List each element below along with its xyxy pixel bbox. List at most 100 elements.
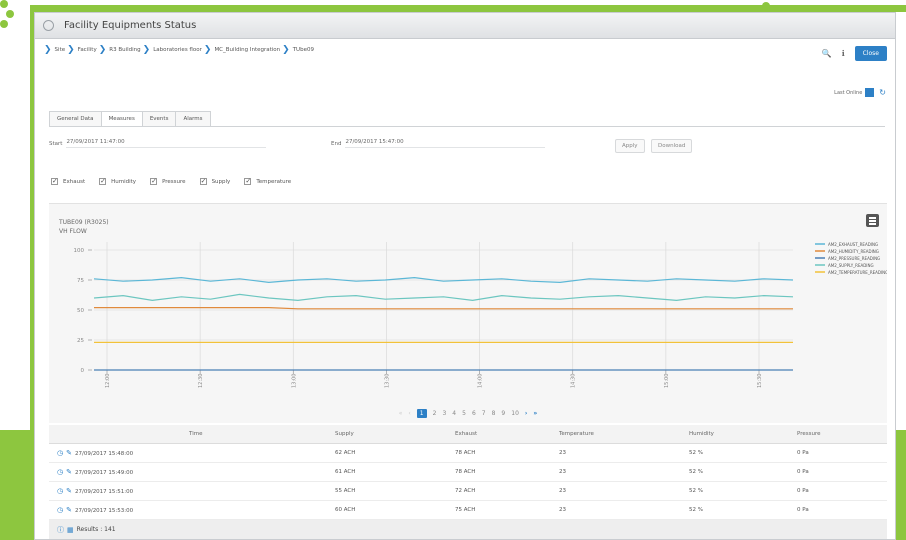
cell-value: 23 bbox=[559, 468, 566, 475]
checkbox-label: Temperature bbox=[256, 178, 292, 185]
refresh-icon[interactable]: ↻ bbox=[879, 88, 886, 97]
breadcrumb-item[interactable]: ❯ TUbe09 bbox=[282, 45, 314, 55]
info-icon[interactable]: ℹ bbox=[842, 49, 845, 58]
prev-page-button[interactable]: ‹ bbox=[408, 410, 410, 417]
column-header-humidity[interactable]: Humidity bbox=[685, 425, 793, 444]
table-header: Time Supply Exhaust Temperature Humidity Pres… bbox=[49, 425, 887, 444]
green-dot bbox=[0, 20, 8, 28]
table-row[interactable]: ◷ ✎ 27/09/2017 15:48:00 62 ACH 78 ACH 23 52 % 0… bbox=[49, 443, 887, 463]
page-button[interactable]: 10 bbox=[511, 410, 519, 417]
breadcrumb-label: Facility bbox=[77, 47, 97, 53]
checkbox-box[interactable]: ✓ bbox=[150, 178, 158, 185]
checkbox-label: Exhaust bbox=[63, 178, 86, 185]
checkbox-box[interactable]: ✓ bbox=[99, 178, 107, 185]
table-cell: 75 ACH bbox=[451, 500, 555, 520]
edit-icon[interactable]: ✎ bbox=[66, 487, 72, 495]
end-date-input[interactable]: 27/09/2017 15:47:00 bbox=[345, 139, 546, 148]
tab-events[interactable]: Events bbox=[141, 111, 177, 126]
checkbox-supply[interactable]: ✓ Supply bbox=[199, 178, 230, 185]
page-button[interactable]: 2 bbox=[433, 410, 437, 417]
breadcrumb-item[interactable]: ❯ Site bbox=[44, 45, 65, 55]
column-header-pressure[interactable]: Pressure bbox=[793, 425, 887, 444]
table-cell: ◷ ✎ 27/09/2017 15:49:00 bbox=[49, 462, 331, 482]
y-tick-label: 0 bbox=[81, 368, 85, 374]
start-label: Start bbox=[49, 140, 63, 147]
clock-icon[interactable]: ◷ bbox=[57, 468, 63, 476]
checkbox-pressure[interactable]: ✓ Pressure bbox=[150, 178, 186, 185]
next-page-button[interactable]: › bbox=[525, 410, 527, 417]
start-date-input[interactable]: 27/09/2017 11:47:00 bbox=[66, 139, 267, 148]
breadcrumb-label: TUbe09 bbox=[292, 47, 314, 53]
table-cell: 52 % bbox=[685, 500, 793, 520]
tab-general-data[interactable]: General Data bbox=[49, 111, 102, 126]
breadcrumb-item[interactable]: ❯ Facility bbox=[67, 45, 97, 55]
clock-icon[interactable]: ◷ bbox=[57, 449, 63, 457]
green-block-left bbox=[0, 430, 34, 540]
clock-icon[interactable]: ◷ bbox=[57, 487, 63, 495]
page-button[interactable]: 3 bbox=[442, 410, 446, 417]
y-tick-label: 25 bbox=[77, 338, 84, 344]
cell-value: 0 Pa bbox=[797, 449, 809, 456]
column-header-temperature[interactable]: Temperature bbox=[555, 425, 685, 444]
user-status: Last Online ↻ bbox=[834, 88, 886, 97]
legend-label[interactable]: AM2_TEMPERATURE_READING bbox=[828, 270, 887, 275]
table-row[interactable]: ◷ ✎ 27/09/2017 15:49:00 61 ACH 78 ACH 23 52 % 0… bbox=[49, 462, 887, 482]
column-header-time[interactable]: Time bbox=[49, 425, 331, 444]
chevron-right-icon: ❯ bbox=[282, 45, 290, 55]
cell-value: 61 ACH bbox=[335, 468, 356, 475]
legend-label[interactable]: AM2_PRESSURE_READING bbox=[828, 256, 880, 261]
apply-button[interactable]: Apply bbox=[615, 139, 645, 153]
green-dot bbox=[0, 0, 8, 8]
breadcrumb-item[interactable]: ❯ Laboratories floor bbox=[143, 45, 202, 55]
edit-icon[interactable]: ✎ bbox=[66, 449, 72, 457]
cell-value: 23 bbox=[559, 506, 566, 513]
checkbox-box[interactable]: ✓ bbox=[51, 178, 58, 185]
legend-label[interactable]: AM2_HUMIDITY_READING bbox=[828, 249, 879, 254]
column-header-supply[interactable]: Supply bbox=[331, 425, 451, 444]
table-row[interactable]: ◷ ✎ 27/09/2017 15:53:00 60 ACH 75 ACH 23 52 % 0… bbox=[49, 500, 887, 520]
first-page-button[interactable]: « bbox=[399, 410, 403, 417]
user-status-icon[interactable] bbox=[865, 88, 875, 97]
checkbox-exhaust[interactable]: ✓ Exhaust bbox=[51, 178, 85, 185]
x-tick-label: 15:30 bbox=[757, 374, 763, 388]
page-button[interactable]: 8 bbox=[492, 410, 496, 417]
x-tick-label: 15:00 bbox=[664, 374, 670, 388]
search-icon[interactable]: 🔍 bbox=[822, 49, 832, 58]
cell-value: 27/09/2017 15:48:00 bbox=[74, 450, 134, 457]
edit-icon[interactable]: ✎ bbox=[66, 506, 72, 514]
chart-menu-icon[interactable] bbox=[866, 214, 879, 227]
checkbox-label: Pressure bbox=[162, 178, 186, 185]
tab-measures[interactable]: Measures bbox=[100, 111, 143, 126]
checkbox-box[interactable]: ✓ bbox=[244, 178, 252, 185]
series-line-am2-humidity-reading bbox=[94, 306, 793, 310]
breadcrumb-item[interactable]: ❯ R3 Building bbox=[99, 45, 141, 55]
checkbox-humidity[interactable]: ✓ Humidity bbox=[99, 178, 136, 185]
results-bar: ⓘ ▦ Results : 141 bbox=[49, 520, 887, 539]
page-button[interactable]: 9 bbox=[501, 410, 505, 417]
table-row[interactable]: ◷ ✎ 27/09/2017 15:51:00 55 ACH 72 ACH 23 52 % 0… bbox=[49, 481, 887, 501]
cell-value: 23 bbox=[559, 487, 566, 494]
column-header-exhaust[interactable]: Exhaust bbox=[451, 425, 555, 444]
clock-icon[interactable]: ◷ bbox=[57, 506, 63, 514]
page-button[interactable]: 1 bbox=[416, 408, 427, 418]
user-status-label: Last Online bbox=[834, 89, 863, 96]
close-button[interactable]: Close bbox=[854, 46, 887, 61]
table-cell: 0 Pa bbox=[793, 462, 887, 482]
tab-alarms[interactable]: Alarms bbox=[175, 111, 211, 126]
page-button[interactable]: 5 bbox=[462, 410, 466, 417]
legend-label[interactable]: AM2_EXHAUST_READING bbox=[828, 242, 878, 247]
legend-label[interactable]: AM2_SUPPLY_READING bbox=[828, 263, 874, 268]
last-page-button[interactable]: » bbox=[533, 410, 537, 417]
breadcrumb: ❯ Site ❯ Facility ❯ R3 Building ❯ Laboratories … bbox=[35, 39, 895, 61]
window-menu-icon[interactable] bbox=[43, 20, 54, 31]
download-button[interactable]: Download bbox=[651, 139, 693, 153]
breadcrumb-item[interactable]: ❯ MC_Building Integration bbox=[204, 45, 280, 55]
edit-icon[interactable]: ✎ bbox=[66, 468, 72, 476]
page-button[interactable]: 6 bbox=[472, 410, 476, 417]
checkbox-temperature[interactable]: ✓ Temperature bbox=[244, 178, 291, 185]
page-button[interactable]: 4 bbox=[452, 410, 456, 417]
page-button[interactable]: 7 bbox=[482, 410, 486, 417]
checkbox-box[interactable]: ✓ bbox=[199, 178, 207, 185]
chevron-right-icon: ❯ bbox=[98, 45, 107, 55]
chevron-right-icon: ❯ bbox=[67, 45, 75, 55]
